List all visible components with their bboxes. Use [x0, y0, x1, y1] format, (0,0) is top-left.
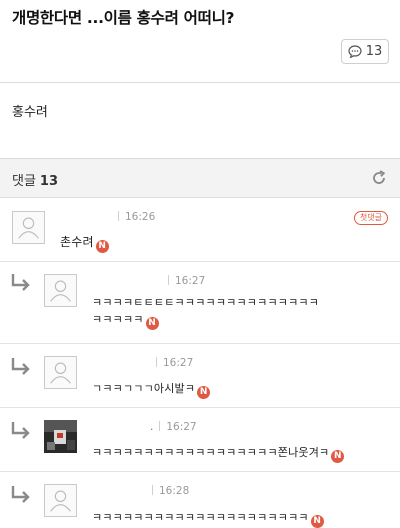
comment-time: 16:28 — [159, 485, 190, 497]
comment-text: ㅋㅋㅋㅋㅌㅌㅌㅌㅋㅋㅋㅋㅋㅋㅋㅋㅋㅋㅋㅋㅋㅋ — [92, 296, 320, 309]
comment-author-dot: . — [150, 421, 154, 433]
avatar[interactable] — [44, 484, 77, 517]
profile-photo-icon — [44, 420, 77, 453]
default-avatar-icon — [18, 217, 39, 239]
comment-content: ㅋㅋㅋㅋㅋㅋㅋㅋㅋㅋㅋㅋㅋㅋㅋㅋㅋㅋ쫀나웃겨ㅋ N — [92, 444, 345, 463]
post-title: 개명한다면 ...이름 홍수려 어떠니? — [12, 9, 235, 27]
comment-count-button[interactable]: 13 — [341, 39, 389, 64]
comment-count: 13 — [365, 44, 383, 59]
new-badge: N — [145, 317, 159, 330]
photo-avatar[interactable] — [44, 420, 77, 453]
comment-meta: 16:27 — [168, 275, 205, 287]
reply-item: 16:27 ㅋㅋㅋㅋㅌㅌㅌㅌㅋㅋㅋㅋㅋㅋㅋㅋㅋㅋㅋㅋㅋㅋ ㅋㅋㅋㅋㅋ N — [0, 262, 400, 344]
default-avatar-icon — [50, 490, 71, 512]
comment-text: ㅋㅋㅋㅋㅋㅋㅋㅋㅋㅋㅋㅋㅋㅋㅋㅋㅋㅋ쫀나웃겨ㅋ — [92, 446, 330, 459]
reply-arrow-icon — [11, 274, 30, 291]
new-badge: N — [95, 240, 109, 253]
comment-text: ㅋㅋㅋㅋㅋㅋㅋㅋㅋㅋㅋㅋㅋㅋㅋㅋㅋㅋㅋㅋㅋ — [92, 511, 309, 524]
reply-item: 16:28 ㅋㅋㅋㅋㅋㅋㅋㅋㅋㅋㅋㅋㅋㅋㅋㅋㅋㅋㅋㅋㅋ N — [0, 472, 400, 528]
comment-content: 촌수려 N — [60, 234, 109, 253]
comment-time: 16:27 — [166, 421, 197, 433]
avatar[interactable] — [44, 356, 77, 389]
comment-content: ㅋㅋㅋㅋㅌㅌㅌㅌㅋㅋㅋㅋㅋㅋㅋㅋㅋㅋㅋㅋㅋㅋ ㅋㅋㅋㅋㅋ N — [92, 294, 319, 330]
post-body: 홍수려 — [0, 83, 400, 158]
speech-bubble-icon — [348, 45, 362, 58]
comment-item: 16:26 첫댓글 촌수려 N — [0, 198, 400, 262]
comment-content: ㅋㅋㅋㅋㅋㅋㅋㅋㅋㅋㅋㅋㅋㅋㅋㅋㅋㅋㅋㅋㅋ N — [92, 509, 324, 528]
post-text: 홍수려 — [12, 105, 48, 120]
comment-text: ㄱㅋㅋㄱㄱㄱ아시발ㅋ — [92, 382, 196, 395]
new-badge: N — [197, 386, 211, 399]
reply-arrow-icon — [11, 486, 30, 503]
comment-meta: 16:27 — [156, 357, 193, 369]
comments-label-text: 댓글 — [12, 174, 36, 189]
comment-time: 16:26 — [125, 211, 156, 223]
comment-text: 촌수려 — [60, 235, 94, 249]
reply-arrow-icon — [11, 422, 30, 439]
comment-text: ㅋㅋㅋㅋㅋ — [92, 313, 144, 326]
new-badge: N — [310, 515, 324, 528]
avatar[interactable] — [12, 211, 45, 244]
comments-header: 댓글 13 — [0, 158, 400, 198]
comments-count: 13 — [39, 174, 59, 189]
reply-item: . 16:27 ㅋㅋㅋㅋㅋㅋㅋㅋㅋㅋㅋㅋㅋㅋㅋㅋㅋㅋ쫀나웃겨ㅋ N — [0, 408, 400, 472]
comment-content: ㄱㅋㅋㄱㄱㄱ아시발ㅋ N — [92, 380, 211, 399]
avatar[interactable] — [44, 274, 77, 307]
comment-time: 16:27 — [163, 357, 194, 369]
post-header: 개명한다면 ...이름 홍수려 어떠니? 13 — [0, 0, 400, 83]
comment-meta: 16:28 — [152, 485, 189, 497]
default-avatar-icon — [50, 362, 71, 384]
reply-arrow-icon — [11, 358, 30, 375]
default-avatar-icon — [50, 280, 71, 302]
reply-item: 16:27 ㄱㅋㅋㄱㄱㄱ아시발ㅋ N — [0, 344, 400, 408]
comment-time: 16:27 — [175, 275, 206, 287]
first-comment-badge: 첫댓글 — [353, 211, 388, 225]
comment-meta: 16:26 — [118, 211, 155, 223]
refresh-icon[interactable] — [370, 169, 388, 187]
comment-meta: . 16:27 — [150, 421, 197, 433]
comments-label: 댓글 13 — [12, 170, 58, 189]
new-badge: N — [331, 450, 345, 463]
